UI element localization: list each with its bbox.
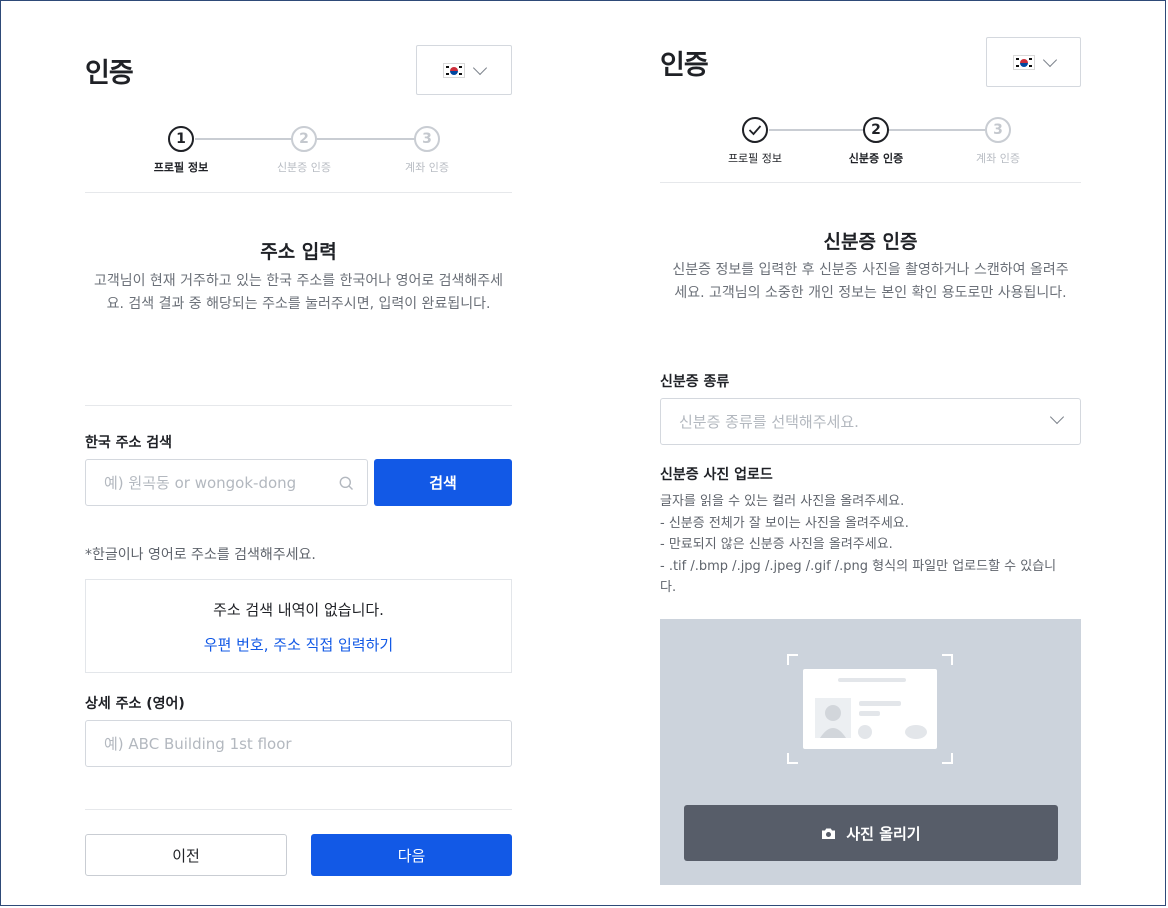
next-button[interactable]: 다음	[311, 834, 512, 876]
camera-icon	[822, 828, 836, 839]
step-circle-2: 2	[863, 117, 889, 143]
guideline-item: - .tif /.bmp /.jpg /.jpeg /.gif /.png 형식…	[660, 558, 1057, 596]
step-circle-3: 3	[414, 126, 440, 152]
photo-upload-area[interactable]: 사진 올리기	[660, 619, 1081, 885]
section-description: 신분증 정보를 입력한 후 신분증 사진을 촬영하거나 스캔하여 올려주세요. …	[672, 262, 1069, 301]
search-icon	[339, 476, 353, 490]
upload-label: 신분증 사진 업로드	[660, 467, 773, 483]
search-results-empty: 주소 검색 내역이 없습니다. 우편 번호, 주소 직접 입력하기	[85, 579, 512, 673]
step-circle-1: 1	[168, 126, 194, 152]
language-select[interactable]	[416, 45, 512, 95]
detail-address-label: 상세 주소 (영어)	[85, 696, 185, 712]
id-card-illustration	[787, 654, 953, 764]
step-label-account: 계좌 인증	[976, 152, 1020, 165]
step-circle-2: 2	[291, 126, 317, 152]
divider	[85, 405, 512, 406]
upload-guidelines: 글자를 읽을 수 있는 컬러 사진을 올려주세요. - 신분증 전체가 잘 보이…	[660, 491, 1060, 599]
guideline-item: - 만료되지 않은 신분증 사진을 올려주세요.	[660, 537, 893, 552]
empty-text: 주소 검색 내역이 없습니다.	[213, 601, 384, 619]
check-icon	[748, 125, 762, 136]
korea-flag-icon	[443, 62, 465, 78]
id-type-placeholder: 신분증 종류를 선택해주세요.	[679, 413, 859, 431]
id-type-label: 신분증 종류	[660, 374, 730, 390]
language-select[interactable]	[986, 37, 1081, 87]
detail-address-input[interactable]: 예) ABC Building 1st floor	[85, 720, 512, 767]
page-title: 인증	[85, 58, 134, 89]
screen-frame: 인증 1 2 3 프로필 정보 신분증 인증 계좌 인증 주소 입력 고객님이 …	[0, 0, 1166, 906]
upload-photo-button[interactable]: 사진 올리기	[684, 805, 1058, 861]
search-label: 한국 주소 검색	[85, 435, 173, 451]
detail-input-placeholder: 예) ABC Building 1st floor	[104, 735, 292, 753]
upload-button-label: 사진 올리기	[846, 824, 921, 843]
address-search-input[interactable]: 예) 원곡동 or wongok-dong	[85, 459, 368, 506]
step-label-id: 신분증 인증	[848, 152, 904, 165]
chevron-down-icon	[472, 60, 488, 75]
divider	[85, 192, 512, 193]
guideline-item: - 신분증 전체가 잘 보이는 사진을 올려주세요.	[660, 515, 909, 531]
chevron-down-icon	[1049, 409, 1065, 425]
step-circle-3: 3	[985, 117, 1011, 143]
step-label-id: 신분증 인증	[276, 161, 332, 174]
section-title: 주소 입력	[260, 241, 337, 263]
page-title: 인증	[660, 50, 709, 81]
step-circle-1-complete	[742, 117, 768, 143]
step-label-profile: 프로필 정보	[727, 152, 783, 165]
divider	[85, 809, 512, 810]
search-input-placeholder: 예) 원곡동 or wongok-dong	[104, 474, 297, 492]
manual-address-link[interactable]: 우편 번호, 주소 직접 입력하기	[86, 634, 511, 655]
divider	[660, 182, 1081, 183]
step-label-profile: 프로필 정보	[153, 161, 209, 174]
prev-button[interactable]: 이전	[85, 834, 287, 876]
chevron-down-icon	[1042, 52, 1057, 67]
step-label-account: 계좌 인증	[405, 161, 449, 174]
section-title: 신분증 인증	[823, 231, 918, 253]
guideline-item: 글자를 읽을 수 있는 컬러 사진을 올려주세요.	[660, 494, 905, 509]
search-button[interactable]: 검색	[374, 459, 512, 506]
id-type-select[interactable]: 신분증 종류를 선택해주세요.	[660, 398, 1081, 445]
korea-flag-icon	[1012, 54, 1035, 70]
section-description: 고객님이 현재 거주하고 있는 한국 주소를 한국어나 영어로 검색해주세요. …	[93, 273, 504, 312]
search-note: *한글이나 영어로 주소를 검색해주세요.	[85, 547, 316, 563]
